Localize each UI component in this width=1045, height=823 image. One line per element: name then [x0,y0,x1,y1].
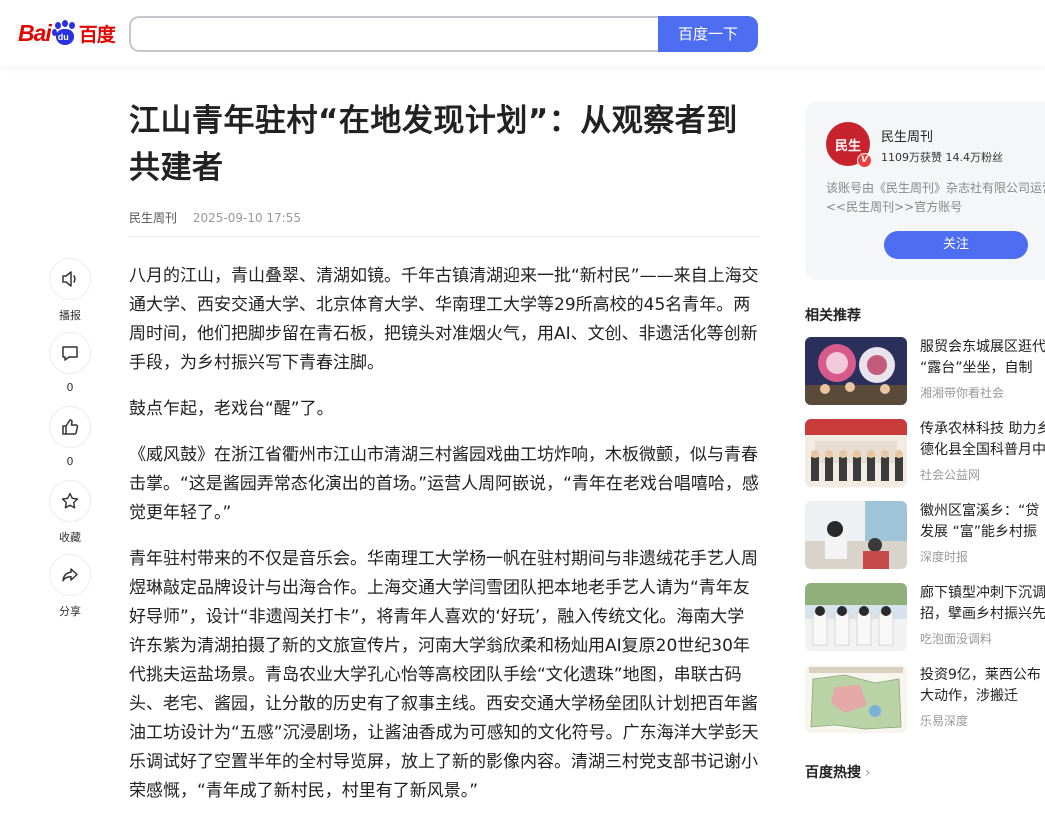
baidu-logo[interactable]: Bai du 百度 [18,16,116,50]
broadcast-action[interactable]: 播报 [48,258,92,323]
star-icon[interactable] [49,480,91,522]
share-action[interactable]: 分享 [48,554,92,619]
related-thumbnail[interactable] [805,419,907,487]
article-paragraph: 青年驻村带来的不仅是音乐会。华南理工大学杨一帆在驻村期间与非遗绒花手艺人周煜琳敲… [129,549,759,801]
related-source: 吃泡面没调料 [920,632,993,646]
related-title-line: 发展 “富”能乡村振 [920,524,1037,540]
share-icon[interactable] [49,554,91,596]
related-thumbnail[interactable] [805,583,907,651]
related-heading: 相关推荐 [805,308,861,324]
share-label: 分享 [59,605,81,618]
related-title-line: 德化县全国科普月中 [920,442,1045,458]
article-paragraph: 鼓点乍起，老戏台“醒”了。 [129,399,334,419]
related-thumbnail[interactable] [805,337,907,405]
article-meta: 民生周刊 2025-09-10 17:55 [129,209,301,226]
author-card: 民生 V 民生周刊 1109万获赞 14.4万粉丝 该账号由《民生周刊》杂志社有… [805,102,1045,280]
related-item[interactable]: 廊下镇型冲刺下沉调 招，擘画乡村振兴先 吃泡面没调料 [805,583,1045,653]
logo-bai-text: Bai [18,19,52,46]
related-title-line: 传承农林科技 助力乡 [920,421,1045,437]
search-box [129,16,659,52]
related-title-line: 招，擘画乡村振兴先 [920,606,1045,622]
related-title-line: 廊下镇型冲刺下沉调 [920,585,1045,601]
related-title-line: 大动作，涉搬迁 [920,688,1018,704]
related-title-line: “露台”坐坐，自制 [920,360,1033,376]
hot-search-title: 百度热搜 [805,765,861,781]
hot-search-heading[interactable]: 百度热搜 › [805,762,871,782]
related-title[interactable]: 服贸会东城展区逛代 “露台”坐坐，自制 [920,337,1045,379]
broadcast-label: 播报 [59,309,81,322]
related-thumbnail[interactable] [805,665,907,733]
hot-search-item[interactable] [805,791,1045,799]
related-title-line: 服贸会东城展区逛代 [920,339,1045,355]
article-paragraph: 《威风鼓》在浙江省衢州市江山市清湖三村酱园戏曲工坊炸响，木板微颤，似与青春击掌。… [129,445,759,523]
related-thumbnail[interactable] [805,501,907,569]
speaker-icon[interactable] [49,258,91,300]
related-source: 乐易深度 [920,714,969,728]
comment-count: 0 [66,381,74,394]
related-title[interactable]: 徽州区富溪乡：“贷 发展 “富”能乡村振 [920,501,1045,543]
comment-action[interactable]: 0 [48,332,92,394]
related-title[interactable]: 廊下镇型冲刺下沉调 招，擘画乡村振兴先 [920,583,1045,625]
thumbs-up-icon[interactable] [49,406,91,448]
related-source: 深度时报 [920,550,969,564]
like-action[interactable]: 0 [48,406,92,468]
article-title: 江山青年驻村“在地发现计划”：从观察者到共建者 [129,103,738,186]
author-description: 该账号由《民生周刊》杂志社有限公司运营 <<民生周刊>>官方账号 [826,179,1045,217]
search-input[interactable] [131,18,659,50]
article-paragraph: 八月的江山，青山叠翠、清湖如镜。千年古镇清湖迎来一批“新村民”——来自上海交通大… [129,266,759,373]
paw-icon: du [51,20,78,46]
article-date: 2025-09-10 17:55 [192,211,301,225]
follow-button[interactable]: 关注 [884,231,1028,259]
related-title-line: 徽州区富溪乡：“贷 [920,503,1040,519]
favorite-label: 收藏 [59,531,81,544]
related-item[interactable]: 传承农林科技 助力乡 德化县全国科普月中 社会公益网 [805,419,1045,489]
related-item[interactable]: 徽州区富溪乡：“贷 发展 “富”能乡村振 深度时报 [805,501,1045,571]
author-stats: 1109万获赞 14.4万粉丝 [881,151,1003,164]
related-source: 社会公益网 [920,468,981,482]
article-body: 八月的江山，青山叠翠、清湖如镜。千年古镇清湖迎来一批“新村民”——来自上海交通大… [129,262,761,823]
logo-du-text: du [57,32,69,42]
author-name[interactable]: 民生周刊 [881,126,933,145]
related-item[interactable]: 服贸会东城展区逛代 “露台”坐坐，自制 湘湘带你看社会 [805,337,1045,407]
like-count: 0 [66,455,74,468]
search-button[interactable]: 百度一下 [658,16,758,52]
related-item[interactable]: 投资9亿，莱西公布 大动作，涉搬迁 乐易深度 [805,665,1045,735]
chevron-right-icon: › [865,765,871,781]
related-source: 湘湘带你看社会 [920,386,1005,400]
article-author[interactable]: 民生周刊 [129,211,177,225]
avatar[interactable]: 民生 V [826,122,872,168]
related-title[interactable]: 传承农林科技 助力乡 德化县全国科普月中 [920,419,1045,461]
author-desc-line: <<民生周刊>>官方账号 [826,200,963,214]
divider [129,236,759,237]
author-desc-line: 该账号由《民生周刊》杂志社有限公司运营 [826,181,1045,195]
logo-cn-text: 百度 [78,23,116,46]
related-title-line: 投资9亿，莱西公布 [920,667,1041,683]
verified-badge-icon: V [857,153,872,168]
avatar-text: 民生 [834,138,861,154]
related-title[interactable]: 投资9亿，莱西公布 大动作，涉搬迁 [920,665,1045,707]
comment-icon[interactable] [49,332,91,374]
favorite-action[interactable]: 收藏 [48,480,92,545]
top-header: Bai du 百度 百度一下 [0,0,1045,66]
